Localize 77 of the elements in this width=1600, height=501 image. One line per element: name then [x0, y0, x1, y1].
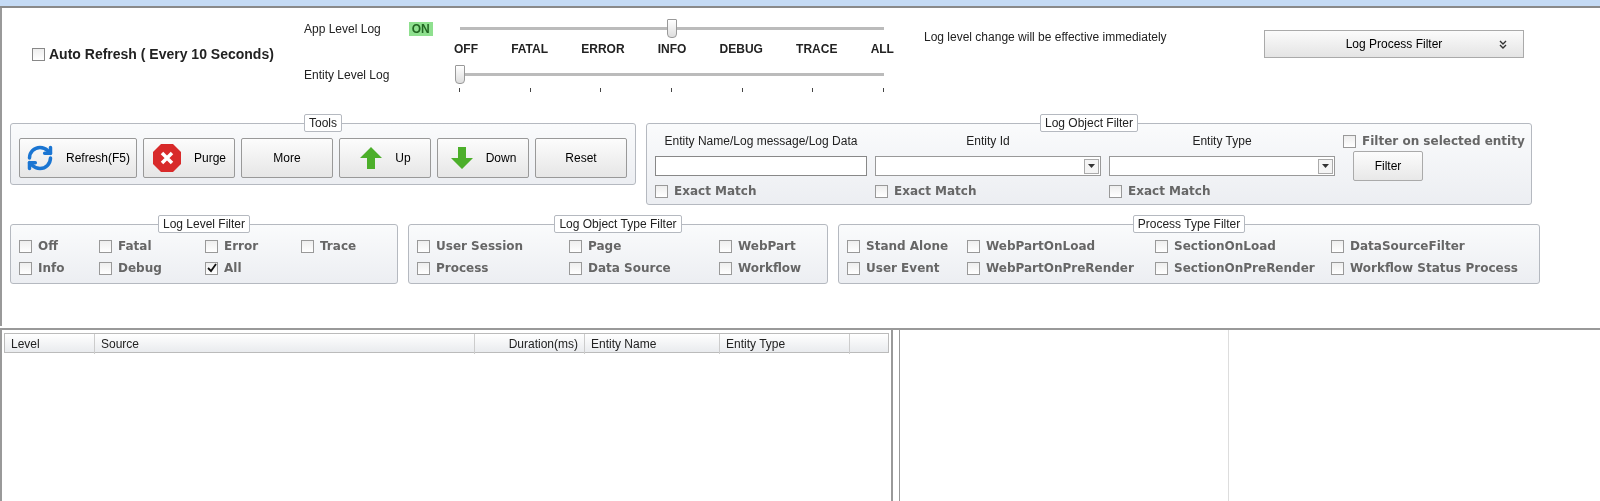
checkbox-option[interactable]: SectionOnPreRender: [1155, 261, 1331, 275]
checkbox-option[interactable]: WebPartOnLoad: [967, 239, 1155, 253]
tick-mark: [670, 88, 672, 92]
arrow-down-icon: [449, 146, 474, 170]
checkbox-option[interactable]: Exact Match: [655, 184, 867, 198]
column-header[interactable]: Level: [5, 334, 95, 354]
tool-button[interactable]: Down: [437, 138, 529, 178]
status-badge: ON: [408, 22, 433, 36]
tick-mark: [459, 88, 460, 92]
slider-label: Entity Level Log: [304, 68, 390, 82]
tool-button[interactable]: Purge: [143, 138, 235, 178]
auto-refresh-label: Auto Refresh ( Every 10 Seconds): [49, 46, 274, 62]
tool-button[interactable]: More: [241, 138, 333, 178]
level-label: INFO: [657, 42, 687, 58]
dropdown-field[interactable]: [1109, 156, 1335, 176]
tick-mark: [882, 88, 884, 92]
filter-button[interactable]: Filter: [1353, 151, 1423, 181]
checkbox-option[interactable]: Exact Match: [875, 184, 1101, 198]
checkbox-option[interactable]: WebPartOnPreRender: [967, 261, 1155, 275]
level-label: FATAL: [511, 42, 549, 58]
checkbox-option[interactable]: SectionOnLoad: [1155, 239, 1331, 253]
level-label: OFF: [454, 42, 478, 58]
checkbox-option[interactable]: Debug: [99, 261, 205, 275]
checkbox-option[interactable]: WebPart: [719, 239, 819, 253]
arrow-up-icon: [359, 146, 384, 170]
group-title: Tools: [304, 114, 342, 132]
column-header[interactable]: Source: [95, 334, 475, 354]
tick-mark: [812, 88, 814, 92]
tool-button[interactable]: Refresh(F5): [19, 138, 137, 178]
checkbox-option[interactable]: Workflow Status Process: [1331, 261, 1531, 275]
tick-mark: [529, 88, 531, 92]
checkmark-icon: [206, 263, 217, 273]
checkbox-option[interactable]: Fatal: [99, 239, 205, 253]
checkbox-option[interactable]: Error: [205, 239, 301, 253]
tool-button[interactable]: Up: [339, 138, 431, 178]
refresh-icon: [26, 143, 54, 173]
checkbox-option[interactable]: Exact Match: [1109, 184, 1335, 198]
double-chevron-down-icon: [1499, 40, 1507, 49]
checkbox[interactable]: [32, 47, 45, 61]
field-label: Entity Name/Log message/Log Data: [663, 134, 859, 148]
checkbox-option[interactable]: Workflow: [719, 261, 819, 275]
tick-mark: [600, 88, 602, 92]
slider-label: App Level Log: [304, 22, 381, 36]
input-field[interactable]: [655, 156, 867, 176]
dropdown-arrow-icon: [1088, 164, 1095, 168]
info-text: Log level change will be effective immediately: [924, 30, 1168, 44]
group-title: Log Object Type Filter: [554, 215, 682, 233]
checkbox-option[interactable]: Off: [19, 239, 99, 253]
level-label: ALL: [870, 42, 894, 58]
checkbox-option[interactable]: DataSourceFilter: [1331, 239, 1531, 253]
tick-mark: [741, 88, 743, 92]
checkbox-option[interactable]: Stand Alone: [847, 239, 967, 253]
log-process-filter-button[interactable]: Log Process Filter: [1264, 30, 1524, 58]
dropdown-field[interactable]: [875, 156, 1101, 176]
column-header[interactable]: Entity Name: [585, 334, 720, 354]
level-label: DEBUG: [719, 42, 763, 58]
group-title: Log Object Filter: [1039, 114, 1138, 132]
field-label: Entity Type: [1191, 134, 1253, 148]
checkbox-option[interactable]: Info: [19, 261, 99, 275]
checkbox-option[interactable]: Filter on selected entity: [1343, 134, 1523, 148]
column-header[interactable]: Entity Type: [720, 334, 850, 354]
checkbox-option[interactable]: Trace: [301, 239, 381, 253]
level-label: ERROR: [581, 42, 625, 58]
column-header[interactable]: Duration(ms): [475, 334, 585, 354]
checkbox-option[interactable]: User Session: [417, 239, 569, 253]
dropdown-arrow-icon: [1322, 164, 1329, 168]
checkbox-option[interactable]: Page: [569, 239, 719, 253]
level-label: TRACE: [796, 42, 838, 58]
checkbox-option[interactable]: All: [205, 261, 301, 275]
checkbox-option[interactable]: Data Source: [569, 261, 719, 275]
field-label: Entity Id: [965, 134, 1011, 148]
group-title: Log Level Filter: [157, 215, 250, 233]
checkbox-option[interactable]: User Event: [847, 261, 967, 275]
tool-button[interactable]: Reset: [535, 138, 627, 178]
group-title: Process Type Filter: [1132, 215, 1246, 233]
close-icon: [152, 143, 182, 173]
checkbox-option[interactable]: Process: [417, 261, 569, 275]
